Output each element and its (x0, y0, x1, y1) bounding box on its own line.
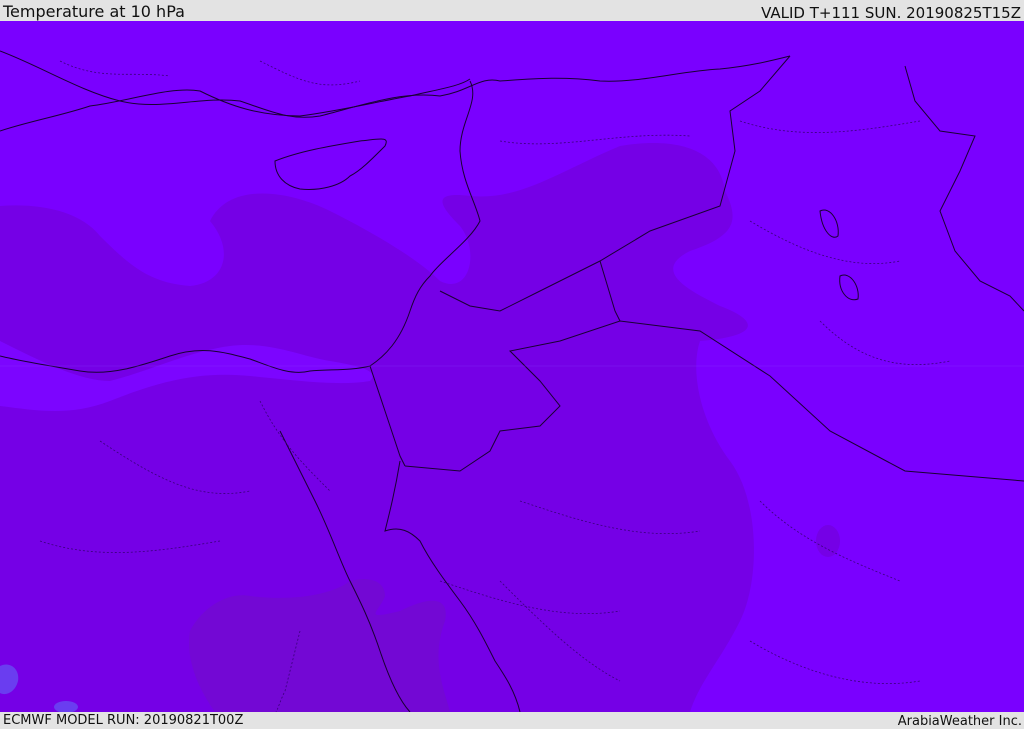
map-canvas (0, 21, 1024, 712)
footer-bar: ECMWF MODEL RUN: 20190821T00Z ArabiaWeat… (0, 712, 1024, 729)
model-run-label: ECMWF MODEL RUN: 20190821T00Z (3, 713, 244, 728)
header-bar: Temperature at 10 hPa VALID T+111 SUN. 2… (0, 0, 1024, 21)
map-title: Temperature at 10 hPa (3, 2, 185, 21)
valid-time: VALID T+111 SUN. 20190825T15Z (761, 4, 1021, 22)
temperature-contour-spot (816, 525, 840, 557)
brand-label: ArabiaWeather Inc. (897, 714, 1022, 729)
forecast-map[interactable] (0, 21, 1024, 712)
